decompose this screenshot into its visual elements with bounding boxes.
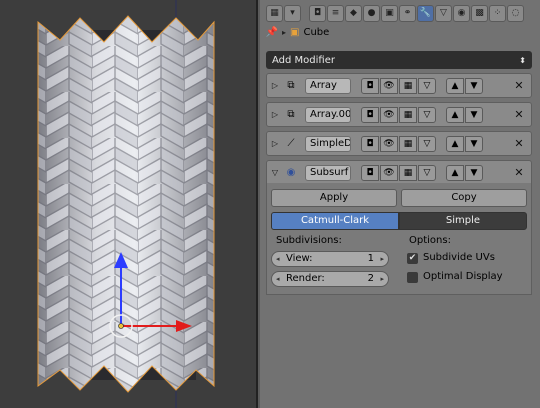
view-levels-field[interactable]: ◂ View: 1 ▸: [271, 251, 389, 267]
add-modifier-dropdown[interactable]: Add Modifier ⬍: [266, 51, 532, 69]
material-icon[interactable]: ◉: [453, 4, 470, 22]
copy-button[interactable]: Copy: [401, 189, 527, 207]
dropdown-arrows-icon: ⬍: [519, 55, 526, 65]
subsurf-modifier-icon: ◉: [286, 167, 296, 178]
editmode-toggle-icon[interactable]: ▦: [399, 106, 417, 123]
move-up-icon[interactable]: ▲: [446, 77, 464, 94]
particles-icon[interactable]: ⁘: [489, 4, 506, 22]
breadcrumb: 📌 ▸ ▣ Cube: [266, 24, 330, 40]
remove-modifier-icon[interactable]: ✕: [513, 79, 525, 92]
remove-modifier-icon[interactable]: ✕: [513, 137, 525, 150]
catmull-clark-option[interactable]: Catmull-Clark: [271, 212, 399, 230]
render-toggle-icon[interactable]: ◘: [361, 135, 379, 152]
viewport-toggle-icon[interactable]: 👁: [380, 106, 398, 123]
remove-modifier-icon[interactable]: ✕: [513, 166, 525, 179]
add-modifier-label: Add Modifier: [272, 54, 335, 66]
area-divider[interactable]: [256, 0, 258, 408]
move-up-icon[interactable]: ▲: [446, 135, 464, 152]
move-down-icon[interactable]: ▼: [465, 135, 483, 152]
breadcrumb-arrow-icon: ▸: [282, 27, 287, 37]
options-label: Options:: [409, 235, 451, 246]
optimal-display-checkbox[interactable]: [407, 272, 418, 283]
collapse-toggle-icon[interactable]: ▽: [267, 168, 283, 177]
breadcrumb-object-name: Cube: [303, 26, 330, 38]
move-down-icon[interactable]: ▼: [465, 77, 483, 94]
object-icon-small: ▣: [290, 26, 300, 38]
render-toggle-icon[interactable]: ◘: [361, 106, 379, 123]
apply-button[interactable]: Apply: [271, 189, 397, 207]
physics-icon[interactable]: ◌: [507, 4, 524, 22]
context-tabs: ▦ ▾ ◘ ≡ ◆ ● ▣ ⚭ 🔧 ▽ ◉ ▩ ⁘ ◌: [266, 4, 524, 22]
render-toggle-icon[interactable]: ◘: [361, 164, 379, 181]
object-icon[interactable]: ▣: [381, 4, 398, 22]
expand-toggle-icon[interactable]: ▷: [267, 110, 283, 119]
modifier-name-field[interactable]: SimpleD: [305, 135, 351, 152]
modifier-panel-subsurf: ▽ ◉ Subsurf ◘ 👁 ▦ ▽ ▲ ▼ ✕: [266, 160, 532, 185]
render-value: 2: [367, 273, 374, 284]
menu-toggle-icon[interactable]: ▾: [284, 4, 301, 22]
properties-header: ▦ ▾ ◘ ≡ ◆ ● ▣ ⚭ 🔧 ▽ ◉ ▩ ⁘ ◌ 📌 ▸ ▣ Cube: [260, 0, 540, 46]
modifier-name-field[interactable]: Array.00: [305, 106, 351, 123]
subsurf-settings: Apply Copy Catmull-Clark Simple Subdivis…: [266, 183, 532, 295]
data-icon[interactable]: ▽: [435, 4, 452, 22]
subdivisions-label: Subdivisions:: [276, 235, 342, 246]
editmode-toggle-icon[interactable]: ▦: [399, 77, 417, 94]
simple-deform-modifier-icon: ⟋: [287, 138, 295, 149]
view-label: View:: [286, 253, 313, 264]
modifiers-icon[interactable]: 🔧: [417, 4, 434, 22]
render-layers-icon[interactable]: ≡: [327, 4, 344, 22]
subdivide-uvs-checkbox[interactable]: ✔: [407, 253, 418, 264]
viewport-toggle-icon[interactable]: 👁: [380, 164, 398, 181]
modifier-panel-array-00: ▷ ⧉ Array.00 ◘ 👁 ▦ ▽ ▲ ▼ ✕: [266, 102, 532, 127]
view-value: 1: [367, 253, 374, 264]
viewport-canvas[interactable]: [0, 0, 258, 408]
world-icon[interactable]: ●: [363, 4, 380, 22]
move-up-icon[interactable]: ▲: [446, 106, 464, 123]
remove-modifier-icon[interactable]: ✕: [513, 108, 525, 121]
array-modifier-icon: ⧉: [287, 80, 295, 91]
cage-toggle-icon[interactable]: ▽: [418, 106, 436, 123]
render-label: Render:: [286, 273, 325, 284]
expand-toggle-icon[interactable]: ▷: [267, 139, 283, 148]
editmode-toggle-icon[interactable]: ▦: [399, 135, 417, 152]
increment-arrow-icon[interactable]: ▸: [380, 252, 384, 266]
viewport-toggle-icon[interactable]: 👁: [380, 135, 398, 152]
array-modifier-icon: ⧉: [287, 109, 295, 120]
decrement-arrow-icon[interactable]: ◂: [276, 252, 280, 266]
properties-editor: ▦ ▾ ◘ ≡ ◆ ● ▣ ⚭ 🔧 ▽ ◉ ▩ ⁘ ◌ 📌 ▸ ▣ Cube A…: [260, 0, 540, 408]
simple-option[interactable]: Simple: [399, 212, 527, 230]
decrement-arrow-icon[interactable]: ◂: [276, 272, 280, 286]
modifier-name-field[interactable]: Array: [305, 77, 351, 94]
cage-toggle-icon[interactable]: ▽: [418, 77, 436, 94]
optimal-display-label: Optimal Display: [423, 271, 503, 282]
render-levels-field[interactable]: ◂ Render: 2 ▸: [271, 271, 389, 287]
scene-icon[interactable]: ◆: [345, 4, 362, 22]
viewport-toggle-icon[interactable]: 👁: [380, 77, 398, 94]
expand-toggle-icon[interactable]: ▷: [267, 81, 283, 90]
editmode-toggle-icon[interactable]: ▦: [399, 164, 417, 181]
3d-viewport[interactable]: [0, 0, 258, 408]
cage-toggle-icon[interactable]: ▽: [418, 164, 436, 181]
render-toggle-icon[interactable]: ◘: [361, 77, 379, 94]
increment-arrow-icon[interactable]: ▸: [380, 272, 384, 286]
editor-type-icon[interactable]: ▦: [266, 4, 283, 22]
modifier-panel-simpledeform: ▷ ⟋ SimpleD ◘ 👁 ▦ ▽ ▲ ▼ ✕: [266, 131, 532, 156]
texture-icon[interactable]: ▩: [471, 4, 488, 22]
move-up-icon[interactable]: ▲: [446, 164, 464, 181]
move-down-icon[interactable]: ▼: [465, 106, 483, 123]
cage-toggle-icon[interactable]: ▽: [418, 135, 436, 152]
render-icon[interactable]: ◘: [309, 4, 326, 22]
modifier-name-field[interactable]: Subsurf: [305, 164, 351, 181]
subdivide-uvs-label: Subdivide UVs: [423, 252, 495, 263]
modifier-panel-array: ▷ ⧉ Array ◘ 👁 ▦ ▽ ▲ ▼ ✕: [266, 73, 532, 98]
constraints-icon[interactable]: ⚭: [399, 4, 416, 22]
pin-icon[interactable]: 📌: [266, 26, 278, 38]
move-down-icon[interactable]: ▼: [465, 164, 483, 181]
